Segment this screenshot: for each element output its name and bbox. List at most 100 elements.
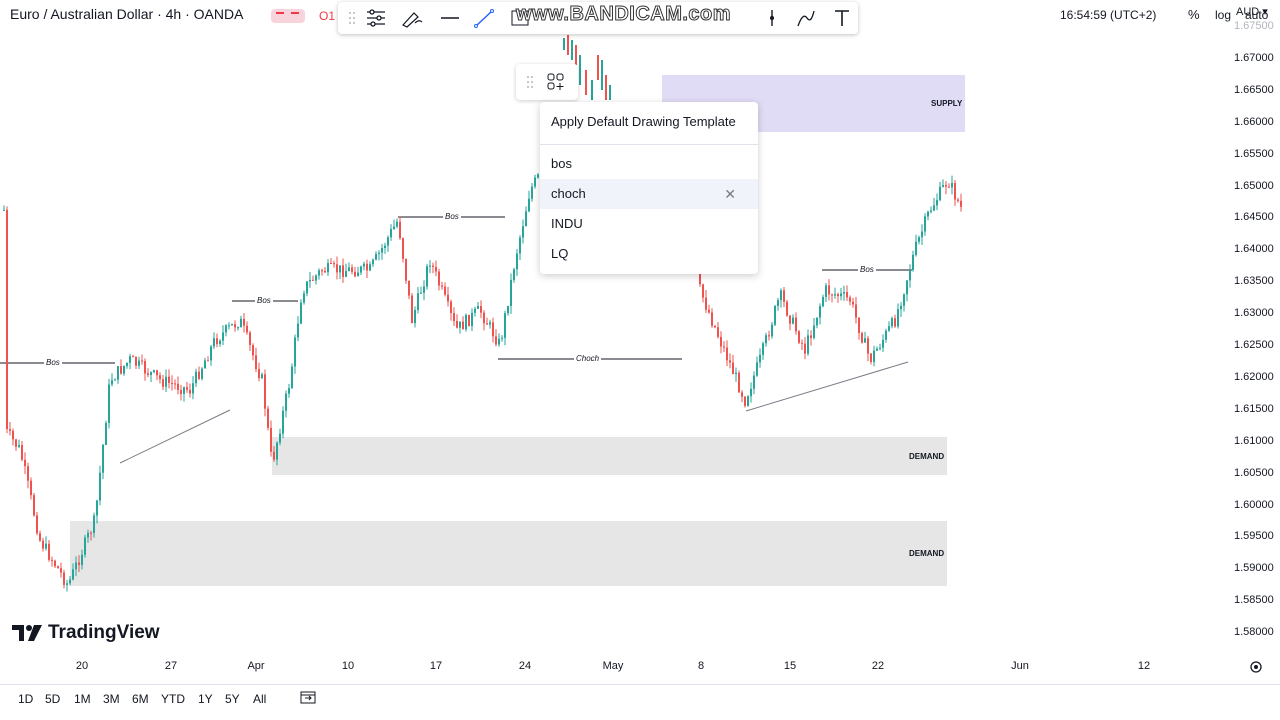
range-button[interactable]: 5D	[45, 692, 60, 706]
candle-body	[504, 313, 506, 338]
trendline-1[interactable]	[119, 409, 231, 464]
bos-label-3: Bos	[443, 212, 461, 221]
line-icon[interactable]	[438, 6, 462, 30]
range-button[interactable]: 1D	[18, 692, 33, 706]
candle-body	[522, 226, 524, 238]
template-item-lq[interactable]: LQ	[540, 239, 758, 269]
candle-body	[837, 294, 839, 297]
candle-body	[75, 562, 77, 570]
candle-body	[483, 312, 485, 324]
candle-body	[447, 294, 449, 302]
template-grid-icon[interactable]	[544, 70, 568, 94]
apply-default-template-item[interactable]: Apply Default Drawing Template	[551, 114, 736, 129]
candle-body	[351, 267, 353, 272]
candle-body	[423, 286, 425, 293]
template-item-choch[interactable]: choch ✕	[540, 179, 758, 209]
range-button[interactable]: 3M	[103, 692, 120, 706]
candle-body	[918, 237, 920, 242]
price-axis[interactable]: 1.67500 1.67000 1.66500 1.66000 1.65500 1.650…	[1222, 0, 1280, 650]
demand-zone-lower[interactable]	[70, 521, 947, 586]
demand-zone-upper-label: DEMAND	[909, 452, 945, 461]
auto-toggle[interactable]: auto	[1245, 8, 1268, 22]
price-label: 1.58500	[1234, 594, 1274, 607]
magnet-icon[interactable]	[760, 6, 784, 30]
candle-body	[6, 209, 8, 430]
candle-body	[57, 566, 59, 569]
candle-body	[36, 515, 38, 534]
candle-body	[852, 301, 854, 305]
candle-body	[723, 346, 725, 348]
drag-handle-icon[interactable]	[518, 70, 542, 94]
range-button[interactable]: 6M	[132, 692, 149, 706]
time-label: 12	[1137, 660, 1151, 672]
path-icon[interactable]	[794, 6, 818, 30]
percent-toggle[interactable]: %	[1188, 7, 1200, 22]
demand-zone-upper[interactable]	[272, 437, 947, 475]
chart-settings-icon[interactable]	[1248, 659, 1264, 680]
candle-body	[288, 388, 290, 394]
candle-body	[213, 338, 215, 347]
candle-body	[471, 312, 473, 327]
price-label: 1.65000	[1234, 179, 1274, 192]
symbol-title[interactable]: Euro / Australian Dollar · 4h · OANDA	[10, 6, 243, 22]
brush-icon[interactable]	[400, 6, 424, 30]
time-label: 20	[75, 660, 89, 672]
candle-body	[795, 317, 797, 332]
candle-body	[921, 231, 923, 238]
close-icon[interactable]: ✕	[724, 179, 736, 209]
candle-body	[30, 480, 32, 496]
range-button[interactable]: 5Y	[225, 692, 240, 706]
candle-body	[168, 376, 170, 383]
candle-body	[753, 375, 755, 389]
candle-body	[24, 459, 26, 467]
template-icon[interactable]	[364, 6, 388, 30]
trendline-2[interactable]	[745, 361, 909, 412]
logo-text: TradingView	[48, 622, 160, 643]
indicator-toggle[interactable]	[271, 9, 305, 23]
clock-timezone[interactable]: 16:54:59 (UTC+2)	[1060, 8, 1156, 22]
recorder-watermark: www.BANDICAM.com	[515, 3, 732, 26]
range-button[interactable]: All	[253, 692, 266, 706]
price-label: 1.63500	[1234, 275, 1274, 288]
date-range-icon[interactable]	[300, 690, 316, 709]
range-button[interactable]: YTD	[161, 692, 185, 706]
time-axis[interactable]: 20 27 Apr 10 17 24 May 8 15 22 Jun 12	[0, 652, 1280, 680]
drag-handle-icon[interactable]	[340, 6, 364, 30]
candle-body	[927, 211, 929, 217]
template-item-bos[interactable]: bos	[540, 149, 758, 179]
candle-body	[363, 263, 365, 267]
candle-body	[477, 305, 479, 309]
price-chart[interactable]	[0, 0, 1222, 650]
tradingview-logo[interactable]: TradingView	[12, 622, 160, 644]
candle-body	[750, 388, 752, 397]
drawing-template-menu: Apply Default Drawing Template bos choch…	[540, 102, 758, 274]
candle-body	[39, 533, 41, 541]
candle-body	[894, 318, 896, 327]
candle-body	[771, 324, 773, 337]
candle-body	[900, 305, 902, 310]
range-button[interactable]: 1Y	[198, 692, 213, 706]
candle-body	[297, 323, 299, 338]
log-toggle[interactable]: log	[1215, 8, 1231, 22]
candle-body	[138, 360, 140, 366]
text-icon[interactable]	[830, 6, 854, 30]
candle-body	[393, 226, 395, 230]
candle-body	[312, 279, 314, 281]
candle-body	[192, 383, 194, 394]
demand-zone-lower-label: DEMAND	[909, 549, 945, 558]
candle-body	[876, 348, 878, 351]
candle-body	[174, 383, 176, 385]
template-item-indu[interactable]: INDU	[540, 209, 758, 239]
candle-body	[201, 368, 203, 379]
candle-body	[252, 345, 254, 356]
price-label: 1.64500	[1234, 211, 1274, 224]
candle-body	[732, 362, 734, 375]
candle-body	[132, 356, 134, 358]
candle-body	[33, 495, 35, 516]
candle-body	[924, 216, 926, 232]
candle-body	[117, 366, 119, 380]
candle-body	[756, 362, 758, 376]
range-button[interactable]: 1M	[74, 692, 91, 706]
bottom-toolbar	[0, 684, 1280, 715]
trendline-icon[interactable]	[472, 6, 496, 30]
